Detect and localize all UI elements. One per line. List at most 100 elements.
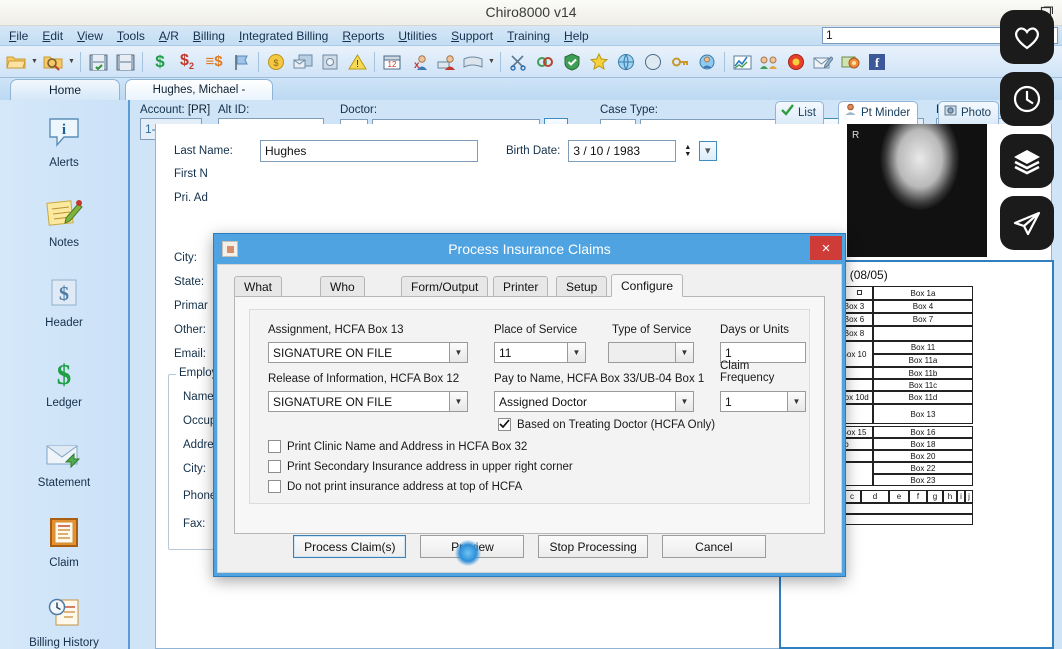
chevron-down-icon[interactable]: ▼ [567, 343, 585, 362]
star-icon[interactable] [586, 49, 612, 75]
dialog-tab-configure[interactable]: Configure [611, 274, 684, 297]
checkbox-box[interactable] [268, 440, 281, 453]
chevron-down-icon[interactable]: ▼ [675, 392, 693, 411]
compass-icon[interactable] [640, 49, 666, 75]
svg-text:x: x [414, 60, 420, 71]
chevron-down-icon[interactable]: ▼ [449, 392, 467, 411]
assignment-select[interactable]: SIGNATURE ON FILE ▼ [268, 342, 468, 363]
tab-pt-minder[interactable]: Pt Minder [838, 101, 919, 124]
menu-reports[interactable]: Reports [335, 28, 391, 44]
birth-date-dropdown-icon[interactable]: ▾ [699, 141, 718, 161]
user-card-icon[interactable] [433, 49, 459, 75]
chevron-down-icon[interactable]: ▼ [787, 392, 805, 411]
cancel-button[interactable]: Cancel [661, 535, 766, 558]
do-not-print-insurance-address-checkbox[interactable]: Do not print insurance address at top of… [268, 480, 522, 493]
checkbox-box[interactable] [268, 460, 281, 473]
spinner-up-icon[interactable]: ▲ [684, 144, 691, 151]
send-button[interactable] [1000, 196, 1054, 250]
coin-icon[interactable]: $ [263, 49, 289, 75]
dollar-red-2-icon[interactable]: $2 [174, 49, 200, 75]
menu-tools[interactable]: Tools [110, 28, 152, 44]
link-icon[interactable] [532, 49, 558, 75]
mail-pen-icon[interactable] [810, 49, 836, 75]
dialog-tab-what-to-bill[interactable]: What To Bill [234, 276, 283, 334]
checkbox-box[interactable] [498, 418, 511, 431]
dollar-list-icon[interactable]: ≡$ [201, 49, 227, 75]
pay-to-name-select[interactable]: Assigned Doctor ▼ [494, 391, 694, 412]
dollar-green-icon[interactable]: $ [147, 49, 173, 75]
history-button[interactable] [1000, 72, 1054, 126]
sidebar-item-header[interactable]: $ Header [0, 260, 128, 340]
preview-button[interactable]: Preview [420, 535, 525, 558]
chart-icon[interactable] [729, 49, 755, 75]
sidebar-item-billing-history[interactable]: Billing History [0, 580, 128, 649]
main-tab-home[interactable]: Home [10, 79, 120, 100]
dialog-tab-setup[interactable]: Setup [556, 276, 608, 297]
menu-view[interactable]: View [70, 28, 110, 44]
warning-icon[interactable]: ! [344, 49, 370, 75]
book-icon[interactable] [460, 49, 486, 75]
process-claims-button[interactable]: Process Claim(s) [293, 535, 407, 558]
menu-edit[interactable]: Edit [35, 28, 70, 44]
dialog-tab-who-to-bill[interactable]: Who To Bill [320, 276, 365, 334]
dialog-tab-printer[interactable]: Printer [493, 276, 549, 297]
claim-frequency-select[interactable]: 1 ▼ [720, 391, 806, 412]
group-icon[interactable] [756, 49, 782, 75]
favorite-button[interactable] [1000, 10, 1054, 64]
key-icon[interactable] [667, 49, 693, 75]
release-select[interactable]: SIGNATURE ON FILE ▼ [268, 391, 468, 412]
menu-integrated-billing[interactable]: Integrated Billing [232, 28, 335, 44]
main-tab-patient[interactable]: Hughes, Michael - [PR] [125, 79, 273, 116]
open-folder-icon[interactable] [3, 49, 29, 75]
menu-ar[interactable]: A/R [152, 28, 186, 44]
checkbox-box[interactable] [268, 480, 281, 493]
layers-button[interactable] [1000, 134, 1054, 188]
open-folder-dropdown-arrow-icon[interactable]: ▼ [30, 49, 39, 75]
mail-print-icon[interactable] [290, 49, 316, 75]
shield-check-icon[interactable] [559, 49, 585, 75]
photos-icon[interactable] [837, 49, 863, 75]
last-name-input[interactable]: Hughes [260, 140, 478, 162]
menu-help[interactable]: Help [557, 28, 596, 44]
place-of-service-select[interactable]: 11 ▼ [494, 342, 586, 363]
calendar-icon[interactable]: 12 [379, 49, 405, 75]
scissors-icon[interactable] [505, 49, 531, 75]
person-globe-icon[interactable] [694, 49, 720, 75]
spinner-down-icon[interactable]: ▼ [684, 151, 691, 158]
sidebar-item-ledger[interactable]: $ Ledger [0, 340, 128, 420]
find-folder-icon[interactable] [40, 49, 66, 75]
globe-icon[interactable] [613, 49, 639, 75]
based-on-treating-doctor-checkbox[interactable]: Based on Treating Doctor (HCFA Only) [498, 418, 715, 431]
stop-processing-button[interactable]: Stop Processing [538, 535, 648, 558]
close-icon[interactable]: × [810, 236, 842, 260]
tab-photo[interactable]: Photo [938, 101, 1000, 124]
facebook-icon[interactable]: f [864, 49, 890, 75]
menu-file[interactable]: File [2, 28, 35, 44]
book-dropdown-arrow-icon[interactable]: ▼ [487, 49, 496, 75]
chevron-down-icon[interactable]: ▼ [449, 343, 467, 362]
record-icon[interactable] [783, 49, 809, 75]
flag-icon[interactable] [228, 49, 254, 75]
dialog-tab-form-output[interactable]: Form/Output [401, 276, 489, 297]
menu-support[interactable]: Support [444, 28, 500, 44]
sidebar-item-statement[interactable]: Statement [0, 420, 128, 500]
print-clinic-name-checkbox[interactable]: Print Clinic Name and Address in HCFA Bo… [268, 440, 527, 453]
safe-icon[interactable] [317, 49, 343, 75]
tab-list[interactable]: List [775, 101, 824, 124]
chevron-down-icon[interactable]: ▼ [675, 343, 693, 362]
menu-training[interactable]: Training [500, 28, 557, 44]
birth-date-input[interactable]: 3 / 10 / 1983 [568, 140, 677, 162]
save-check-icon[interactable] [85, 49, 111, 75]
sidebar-item-notes[interactable]: Notes [0, 180, 128, 260]
user-delete-icon[interactable]: x [406, 49, 432, 75]
sidebar-item-claim[interactable]: Claim [0, 500, 128, 580]
type-of-service-select[interactable]: ▼ [608, 342, 694, 363]
toolbar-separator [500, 51, 501, 72]
sidebar-item-alerts[interactable]: i Alerts [0, 100, 128, 180]
menu-utilities[interactable]: Utilities [391, 28, 444, 44]
print-secondary-insurance-checkbox[interactable]: Print Secondary Insurance address in upp… [268, 460, 573, 473]
header-dollar-icon: $ [47, 272, 81, 314]
menu-billing[interactable]: Billing [186, 28, 232, 44]
save-icon[interactable] [112, 49, 138, 75]
find-folder-dropdown-arrow-icon[interactable]: ▼ [67, 49, 76, 75]
